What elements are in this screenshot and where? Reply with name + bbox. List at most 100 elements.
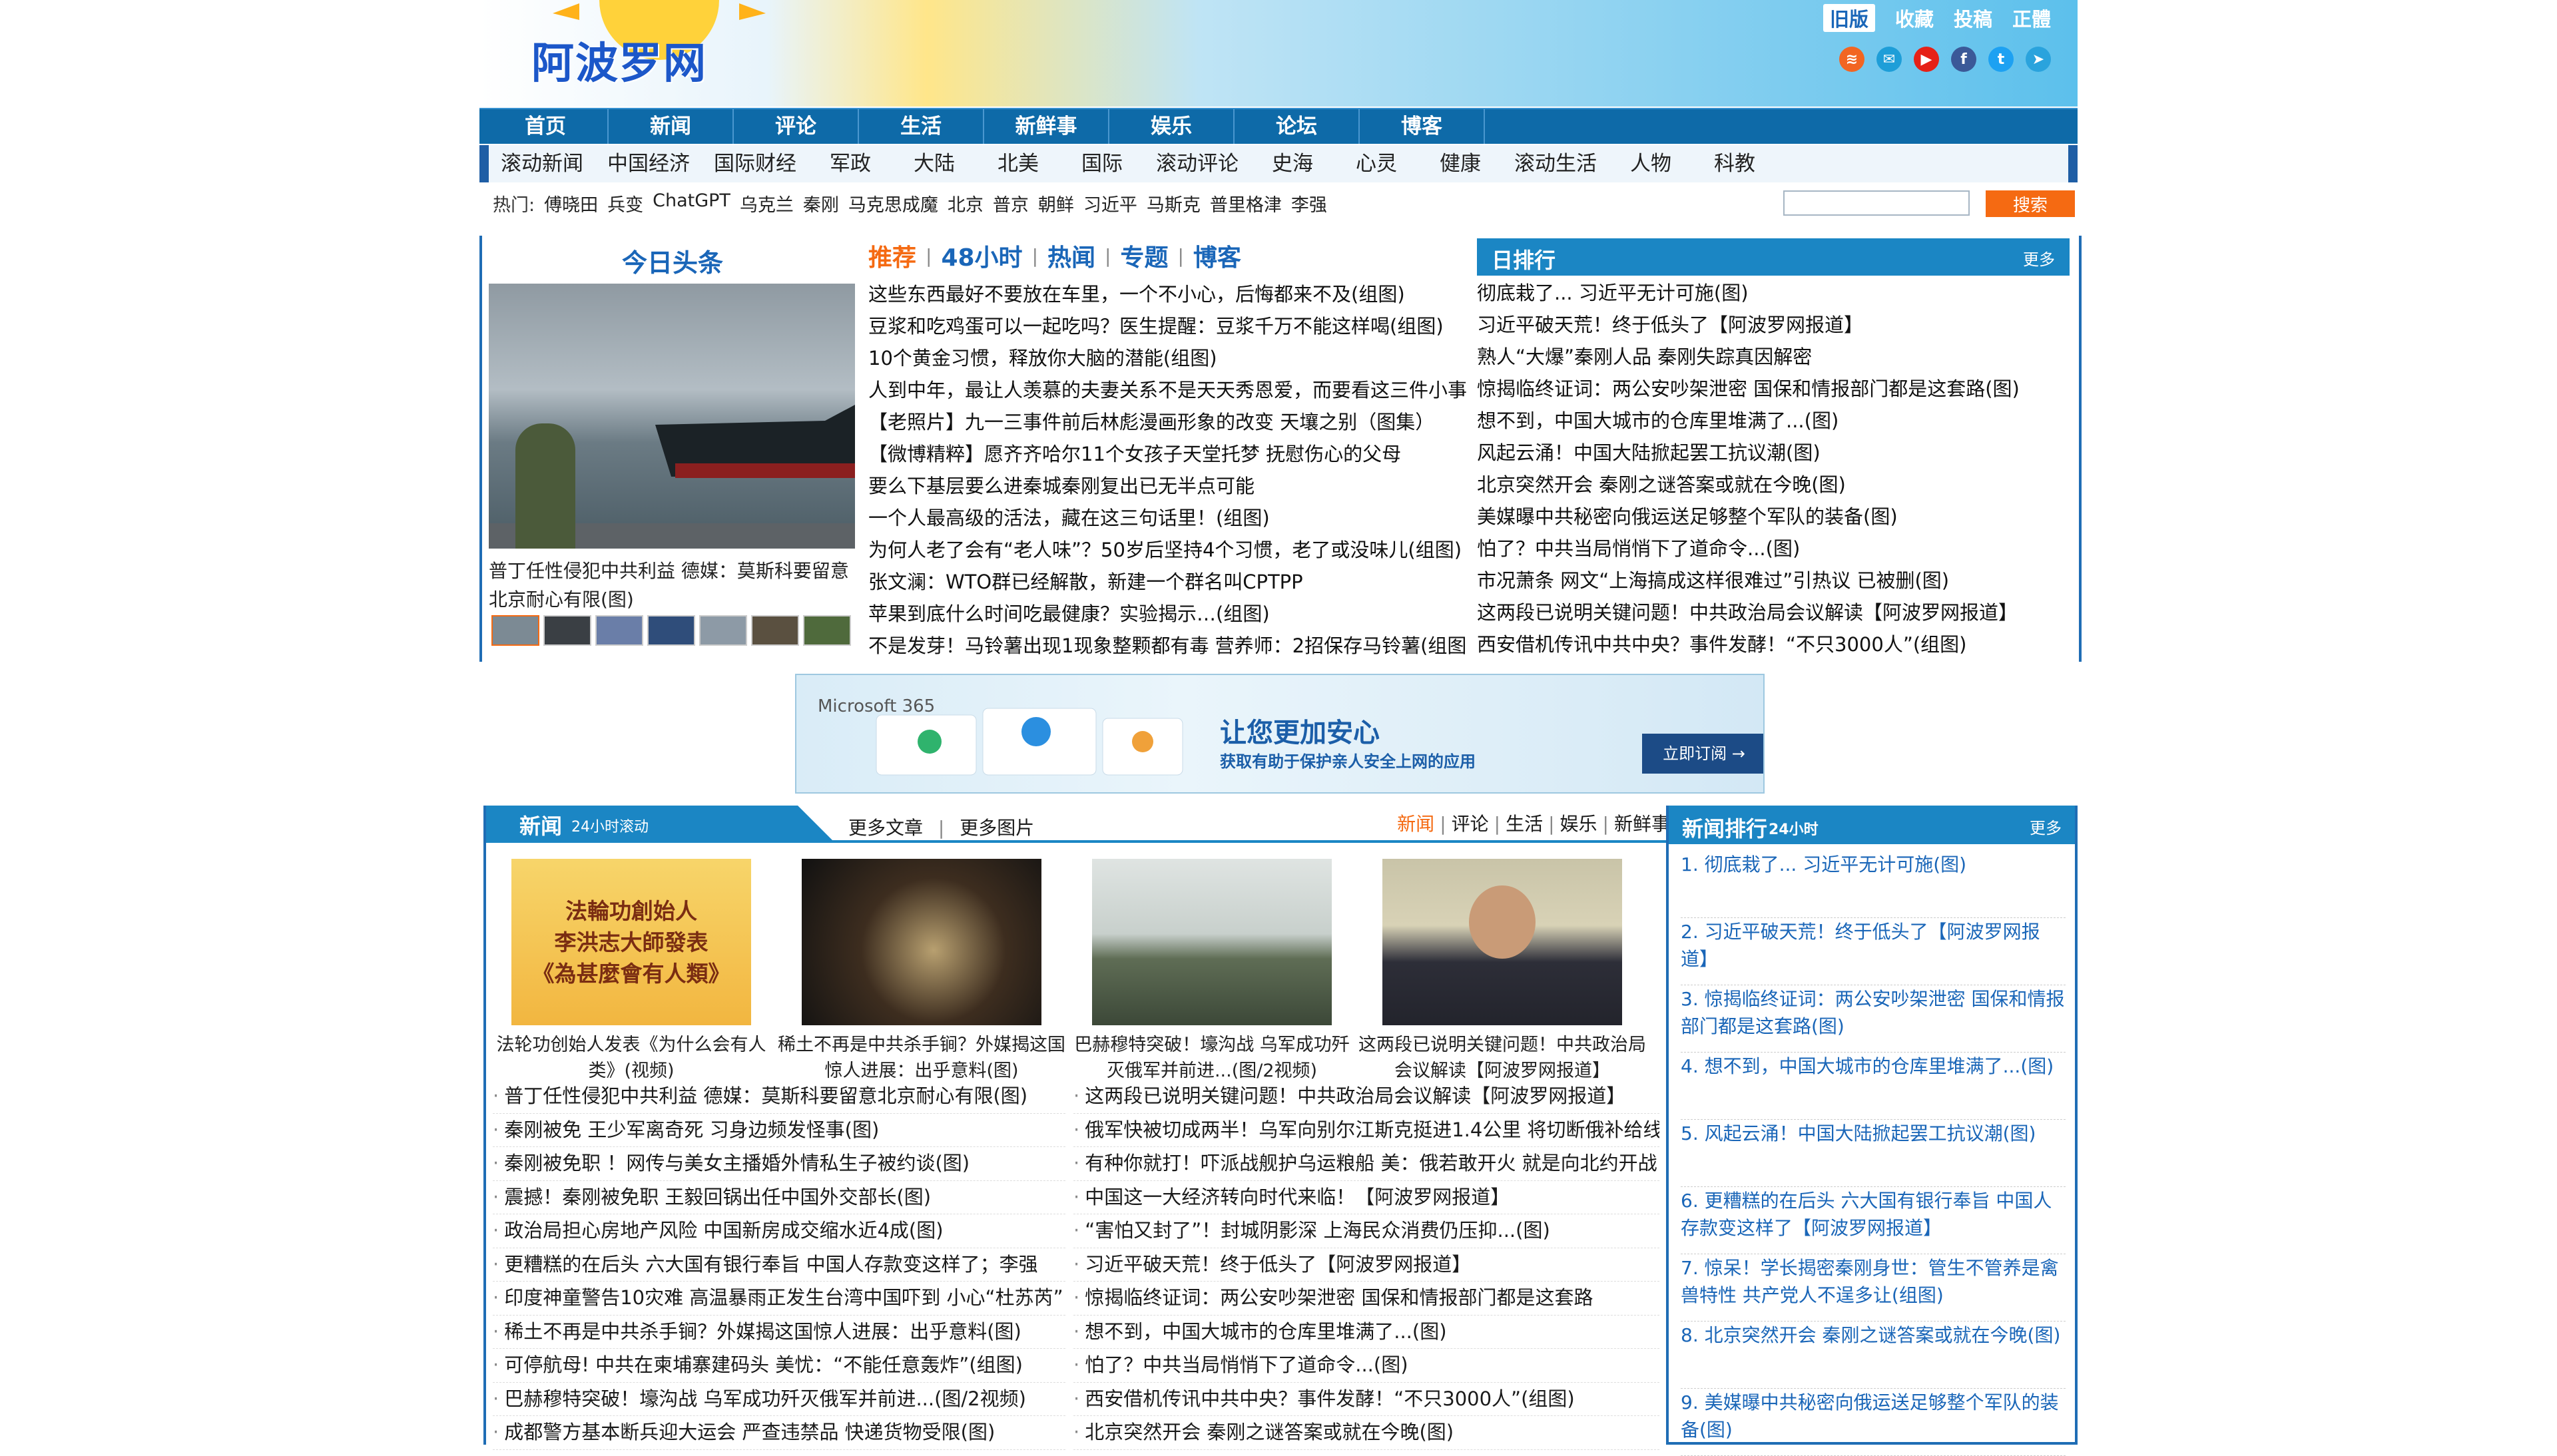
tab-topics[interactable]: 专题 xyxy=(1120,238,1168,273)
featured-article-link[interactable]: 【老照片】九一三事件前后林彪漫画形象的改变 天壤之别（图集） xyxy=(868,406,1468,438)
news-rank-item[interactable]: 1. 彻底栽了... 习近平无计可施(图) xyxy=(1681,851,2066,918)
news-category-tab[interactable]: 生活 xyxy=(1506,813,1543,835)
hot-keyword-link[interactable]: 马克思成魔 xyxy=(848,190,938,216)
daily-rank-item[interactable]: 美媒曝中共秘密向俄运送足够整个军队的装备(图) xyxy=(1477,501,2020,533)
daily-rank-item[interactable]: 想不到，中国大城市的仓库里堆满了...(图) xyxy=(1477,405,2020,437)
nav-item[interactable]: 新鲜事 xyxy=(984,109,1109,144)
hot-keyword-link[interactable]: 北京 xyxy=(948,190,984,216)
news-list-item[interactable]: 稀土不再是中共杀手锏？外媒揭这国惊人进展：出乎意料(图) xyxy=(493,1316,1065,1349)
daily-rank-item[interactable]: 风起云涌！中国大陆掀起罢工抗议潮(图) xyxy=(1477,437,2020,469)
news-list-item[interactable]: 中国这一大经济转向时代来临！【阿波罗网报道】 xyxy=(1073,1181,1659,1214)
telegram-icon[interactable]: ➤ xyxy=(2026,47,2051,72)
tab-recommended[interactable]: 推荐 xyxy=(868,238,916,273)
submit-link[interactable]: 投稿 xyxy=(1954,4,1992,32)
news-list-item[interactable]: 更糟糕的在后头 六大国有银行奉旨 中国人存款变这样了；李强 xyxy=(493,1248,1065,1282)
news-list-item[interactable]: 普丁任性侵犯中共利益 德媒：莫斯科要留意北京耐心有限(图) xyxy=(493,1080,1065,1114)
headline-caption[interactable]: 普丁任性侵犯中共利益 德媒：莫斯科要留意北京耐心有限(图) xyxy=(489,557,855,614)
twitter-icon[interactable]: t xyxy=(1988,47,2014,72)
hot-keyword-link[interactable]: 秦刚 xyxy=(803,190,839,216)
subnav-item[interactable]: 滚动新闻 xyxy=(489,145,595,182)
traditional-chinese-link[interactable]: 正體 xyxy=(2012,4,2051,32)
featured-article-link[interactable]: 为何人老了会有“老人味”？50岁后坚持4个习惯，老了或没味儿(组图) xyxy=(868,534,1468,566)
ad-banner[interactable]: Microsoft 365 让您更加安心 获取有助于保护亲人安全上网的应用 立即… xyxy=(795,674,1765,794)
hot-keyword-link[interactable]: 朝鲜 xyxy=(1038,190,1074,216)
subnav-item[interactable]: 滚动生活 xyxy=(1502,145,1609,182)
news-image-caption[interactable]: 法轮功创始人发表《为什么会有人类》(视频) xyxy=(486,1032,776,1084)
news-rank-more-link[interactable]: 更多 xyxy=(2030,815,2062,838)
thumbnail[interactable] xyxy=(543,615,591,646)
news-image-card[interactable]: 稀土不再是中共杀手锏？外媒揭这国惊人进展：出乎意料(图) xyxy=(776,852,1067,1084)
old-version-link[interactable]: 旧版 xyxy=(1823,4,1875,32)
featured-article-link[interactable]: 要么下基层要么进秦城秦刚复出已无半点可能 xyxy=(868,470,1468,502)
hot-keyword-link[interactable]: 乌克兰 xyxy=(740,190,794,216)
news-list-item[interactable]: 秦刚被免 王少军离奇死 习身边频发怪事(图) xyxy=(493,1114,1065,1147)
featured-article-link[interactable]: 【微博精粹】愿齐齐哈尔11个女孩子天堂托梦 抚慰伤心的父母 xyxy=(868,438,1468,470)
news-list-item[interactable]: 惊揭临终证词：两公安吵架泄密 国保和情报部门都是这套路 xyxy=(1073,1282,1659,1316)
featured-article-link[interactable]: 人到中年，最让人羡慕的夫妻关系不是天天秀恩爱，而要看这三件小事 xyxy=(868,374,1468,406)
ad-subscribe-button[interactable]: 立即订阅 → xyxy=(1642,734,1763,774)
news-rank-item[interactable]: 4. 想不到，中国大城市的仓库里堆满了...(图) xyxy=(1681,1053,2066,1120)
nav-item[interactable]: 娱乐 xyxy=(1109,109,1235,144)
news-list-item[interactable]: 成都警方基本断兵迎大运会 严查违禁品 快递货物受限(图) xyxy=(493,1416,1065,1450)
subnav-item[interactable]: 心灵 xyxy=(1334,145,1418,182)
subnav-item[interactable]: 国际财经 xyxy=(702,145,808,182)
hot-keyword-link[interactable]: 普京 xyxy=(993,190,1029,216)
news-image-card[interactable]: 巴赫穆特突破！壕沟战 乌军成功歼灭俄军并前进...(图/2视频) xyxy=(1067,852,1357,1084)
news-image-card[interactable]: 法輪功創始人 李洪志大師發表 《為甚麼會有人類》 法轮功创始人发表《为什么会有人… xyxy=(486,852,776,1084)
news-list-item[interactable]: 秦刚被免职 ！网传与美女主播婚外情私生子被约谈(图) xyxy=(493,1147,1065,1181)
daily-rank-item[interactable]: 怕了？中共当局悄悄下了道命令...(图) xyxy=(1477,533,2020,565)
nav-item[interactable]: 博客 xyxy=(1360,109,1485,144)
featured-article-link[interactable]: 苹果到底什么时间吃最健康？实验揭示…(组图) xyxy=(868,598,1468,630)
news-list-item[interactable]: “害怕又封了”！封城阴影深 上海民众消费仍压抑...(图) xyxy=(1073,1214,1659,1248)
news-list-item[interactable]: 这两段已说明关键问题！中共政治局会议解读【阿波罗网报道】 xyxy=(1073,1080,1659,1114)
news-list-item[interactable]: 有种你就打！吓派战舰护乌运粮船 美：俄若敢开火 就是向北约开战 xyxy=(1073,1147,1659,1181)
nav-item[interactable]: 首页 xyxy=(483,109,609,144)
search-button[interactable]: 搜索 xyxy=(1986,190,2075,217)
subnav-item[interactable]: 滚动评论 xyxy=(1144,145,1251,182)
subnav-item[interactable]: 大陆 xyxy=(892,145,976,182)
daily-rank-item[interactable]: 熟人“大爆”秦刚人品 秦刚失踪真因解密 xyxy=(1477,341,2020,373)
more-images-link[interactable]: 更多图片 xyxy=(960,817,1034,839)
youtube-icon[interactable]: ▶ xyxy=(1914,47,1939,72)
news-image-caption[interactable]: 巴赫穆特突破！壕沟战 乌军成功歼灭俄军并前进...(图/2视频) xyxy=(1067,1032,1357,1084)
headline-image[interactable] xyxy=(489,284,855,549)
favorite-link[interactable]: 收藏 xyxy=(1895,4,1934,32)
news-category-tab[interactable]: 新鲜事 xyxy=(1614,813,1670,835)
tab-48h[interactable]: 48小时 xyxy=(941,238,1022,273)
hot-keyword-link[interactable]: ChatGPT xyxy=(653,190,730,216)
news-rank-item[interactable]: 8. 北京突然开会 秦刚之谜答案或就在今晚(图) xyxy=(1681,1322,2066,1389)
subnav-item[interactable]: 国际 xyxy=(1060,145,1144,182)
daily-rank-more-link[interactable]: 更多 xyxy=(2023,246,2055,270)
nav-item[interactable]: 新闻 xyxy=(609,109,734,144)
nav-item[interactable]: 论坛 xyxy=(1235,109,1360,144)
telegram-circle-icon[interactable]: ✉ xyxy=(1876,47,1902,72)
news-list-item[interactable]: 印度神童警告10灾难 高温暴雨正发生台湾中国吓到 小心“杜苏芮” xyxy=(493,1282,1065,1316)
news-rank-item[interactable]: 2. 习近平破天荒！终于低头了【阿波罗网报道】 xyxy=(1681,918,2066,985)
search-input[interactable] xyxy=(1783,190,1970,216)
facebook-icon[interactable]: f xyxy=(1951,47,1976,72)
news-rank-item[interactable]: 3. 惊揭临终证词：两公安吵架泄密 国保和情报部门都是这套路(图) xyxy=(1681,985,2066,1053)
rss-icon[interactable]: ≋ xyxy=(1839,47,1864,72)
hot-keyword-link[interactable]: 习近平 xyxy=(1083,190,1137,216)
featured-article-link[interactable]: 这些东西最好不要放在车里，一个不小心，后悔都来不及(组图) xyxy=(868,278,1468,310)
daily-rank-item[interactable]: 惊揭临终证词：两公安吵架泄密 国保和情报部门都是这套路(图) xyxy=(1477,373,2020,405)
thumbnail[interactable] xyxy=(803,615,851,646)
daily-rank-item[interactable]: 彻底栽了... 习近平无计可施(图) xyxy=(1477,277,2020,309)
thumbnail[interactable] xyxy=(751,615,799,646)
subnav-item[interactable]: 健康 xyxy=(1418,145,1502,182)
news-rank-item[interactable]: 6. 更糟糕的在后头 六大国有银行奉旨 中国人存款变这样了【阿波罗网报道】 xyxy=(1681,1187,2066,1254)
news-category-tab[interactable]: 评论 xyxy=(1452,813,1489,835)
tab-blog[interactable]: 博客 xyxy=(1193,238,1241,273)
news-rank-item[interactable]: 7. 惊呆！学长揭密秦刚身世：管生不管养是禽兽特性 共产党人不逞多让(组图) xyxy=(1681,1254,2066,1322)
news-list-item[interactable]: 可停航母! 中共在柬埔寨建码头 美忧：“不能任意轰炸”(组图) xyxy=(493,1349,1065,1383)
news-list-item[interactable]: 政治局担心房地产风险 中国新房成交缩水近4成(图) xyxy=(493,1214,1065,1248)
featured-article-link[interactable]: 一个人最高级的活法，藏在这三句话里！(组图) xyxy=(868,502,1468,534)
nav-item[interactable]: 生活 xyxy=(859,109,984,144)
thumbnail[interactable] xyxy=(647,615,695,646)
news-list-item[interactable]: 巴赫穆特突破！壕沟战 乌军成功歼灭俄军并前进...(图/2视频) xyxy=(493,1383,1065,1416)
news-list-item[interactable]: 北京突然开会 秦刚之谜答案或就在今晚(图) xyxy=(1073,1416,1659,1450)
news-list-item[interactable]: 习近平破天荒！终于低头了【阿波罗网报道】 xyxy=(1073,1248,1659,1282)
news-list-item[interactable]: 俄军快被切成两半！乌军向别尔江斯克挺进1.4公里 将切断俄补给线 xyxy=(1073,1114,1659,1147)
news-list-item[interactable]: 怕了？中共当局悄悄下了道命令...(图) xyxy=(1073,1349,1659,1383)
thumbnail[interactable] xyxy=(491,615,539,646)
